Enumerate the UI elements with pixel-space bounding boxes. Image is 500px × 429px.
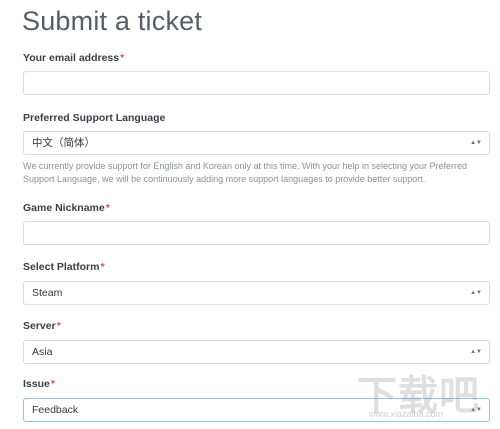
server-selected-value: Asia bbox=[32, 346, 53, 358]
watermark-url: www.xiazaiba.com bbox=[369, 409, 444, 419]
server-label: Server* bbox=[23, 320, 61, 332]
server-select[interactable]: Asia ▲▼ bbox=[23, 340, 490, 364]
platform-selected-value: Steam bbox=[32, 287, 63, 299]
chevron-down-icon: ▲▼ bbox=[470, 140, 482, 146]
nickname-field[interactable] bbox=[23, 221, 490, 245]
chevron-down-icon: ▲▼ bbox=[470, 290, 482, 296]
required-mark: * bbox=[100, 261, 105, 273]
language-label: Preferred Support Language bbox=[23, 112, 166, 124]
watermark-logo: 下载吧 www.xiazaiba.com bbox=[357, 363, 495, 423]
platform-label: Select Platform* bbox=[23, 261, 105, 273]
platform-select[interactable]: Steam ▲▼ bbox=[23, 281, 490, 305]
nickname-label: Game Nickname* bbox=[23, 202, 110, 214]
issue-label: Issue* bbox=[23, 378, 55, 390]
language-selected-value: 中文（简体） bbox=[32, 137, 95, 149]
required-mark: * bbox=[50, 378, 55, 390]
required-mark: * bbox=[105, 202, 110, 214]
chevron-down-icon: ▲▼ bbox=[470, 349, 482, 355]
page-title: Submit a ticket bbox=[22, 6, 203, 36]
required-mark: * bbox=[120, 52, 125, 64]
language-hint: We currently provide support for English… bbox=[23, 161, 468, 184]
required-mark: * bbox=[56, 320, 61, 332]
issue-selected-value: Feedback bbox=[32, 404, 79, 416]
email-field[interactable] bbox=[23, 71, 490, 95]
language-select[interactable]: 中文（简体） ▲▼ bbox=[23, 131, 490, 155]
email-label: Your email address* bbox=[23, 52, 125, 64]
